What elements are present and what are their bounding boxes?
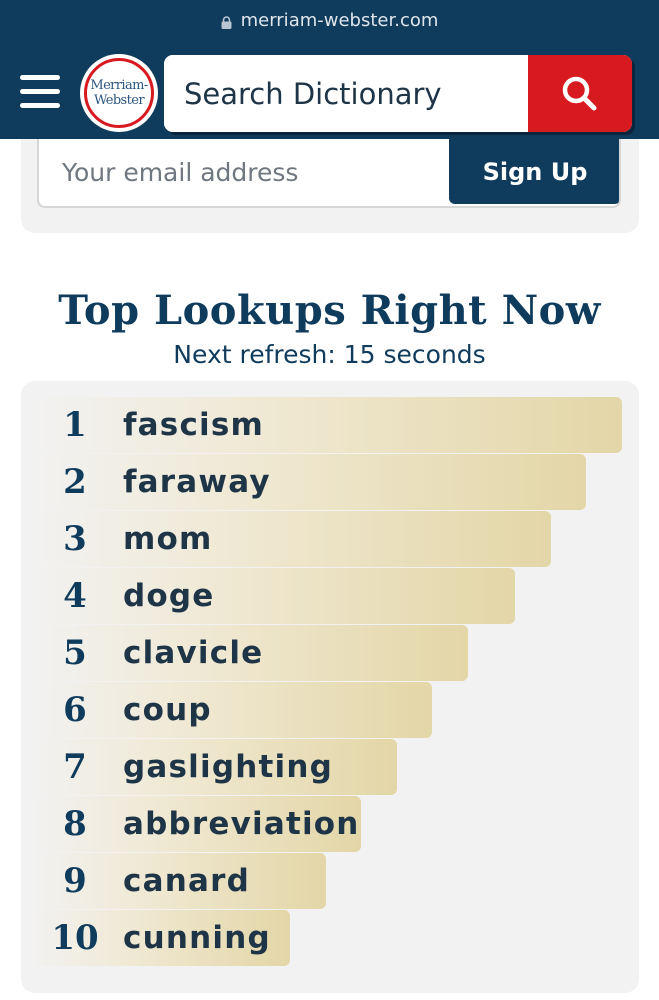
popularity-bar xyxy=(29,454,586,510)
lookup-word-link[interactable]: mom xyxy=(123,521,213,557)
email-field[interactable] xyxy=(39,139,449,206)
lookup-item[interactable]: 3 mom xyxy=(21,511,639,568)
lookup-rank: 3 xyxy=(63,519,87,559)
search-bar xyxy=(164,55,632,132)
search-button[interactable] xyxy=(528,55,632,132)
site-header: Merriam- Webster xyxy=(0,40,659,139)
lookup-word-link[interactable]: gaslighting xyxy=(123,749,333,785)
lookup-item[interactable]: 6 coup xyxy=(21,682,639,739)
lookup-word-link[interactable]: fascism xyxy=(123,407,264,443)
hamburger-menu-icon[interactable] xyxy=(20,75,60,109)
lookup-rank: 8 xyxy=(63,804,87,844)
lookup-rank: 1 xyxy=(63,405,87,445)
lookup-word-link[interactable]: abbreviation xyxy=(123,806,360,842)
lookup-item[interactable]: 8 abbreviation xyxy=(21,796,639,853)
lookup-item[interactable]: 5 clavicle xyxy=(21,625,639,682)
sign-up-button[interactable]: Sign Up xyxy=(449,139,619,204)
refresh-countdown: Next refresh: 15 seconds xyxy=(173,340,486,369)
lock-icon xyxy=(221,13,232,29)
search-icon xyxy=(562,76,597,110)
lookup-word-link[interactable]: faraway xyxy=(123,464,271,500)
logo-text-line1: Merriam- xyxy=(90,78,148,93)
lookup-word-link[interactable]: canard xyxy=(123,863,250,899)
lookup-item[interactable]: 7 gaslighting xyxy=(21,739,639,796)
lookup-word-link[interactable]: clavicle xyxy=(123,635,263,671)
lookup-word-link[interactable]: cunning xyxy=(123,920,271,956)
merriam-webster-logo[interactable]: Merriam- Webster xyxy=(80,54,158,132)
lookup-item[interactable]: 1 fascism xyxy=(21,397,639,454)
logo-text-line2: Webster xyxy=(94,93,145,108)
lookup-rank: 7 xyxy=(63,747,87,787)
search-input[interactable] xyxy=(164,55,528,132)
lookup-rank: 4 xyxy=(63,576,87,616)
lookup-rank: 2 xyxy=(63,462,87,502)
lookup-item[interactable]: 4 doge xyxy=(21,568,639,625)
top-lookups-list: 1 fascism 2 faraway 3 mom 4 doge 5 clavicle 6 coup 7… xyxy=(21,381,639,993)
email-form: Sign Up xyxy=(37,139,621,208)
lookup-rank: 5 xyxy=(63,633,87,673)
lookup-rank: 9 xyxy=(63,861,87,901)
newsletter-signup: Sign Up xyxy=(21,139,639,233)
url-text: merriam-webster.com xyxy=(240,9,439,31)
lookup-item[interactable]: 10 cunning xyxy=(21,910,639,967)
lookup-word-link[interactable]: coup xyxy=(123,692,212,728)
popularity-bar xyxy=(29,397,622,453)
top-lookups-title: Top Lookups Right Now xyxy=(58,287,601,334)
browser-url-bar[interactable]: merriam-webster.com xyxy=(0,0,659,40)
lookup-rank: 6 xyxy=(63,690,87,730)
lookup-item[interactable]: 9 canard xyxy=(21,853,639,910)
lookup-rank: 10 xyxy=(51,918,99,958)
lookup-word-link[interactable]: doge xyxy=(123,578,215,614)
lookup-item[interactable]: 2 faraway xyxy=(21,454,639,511)
